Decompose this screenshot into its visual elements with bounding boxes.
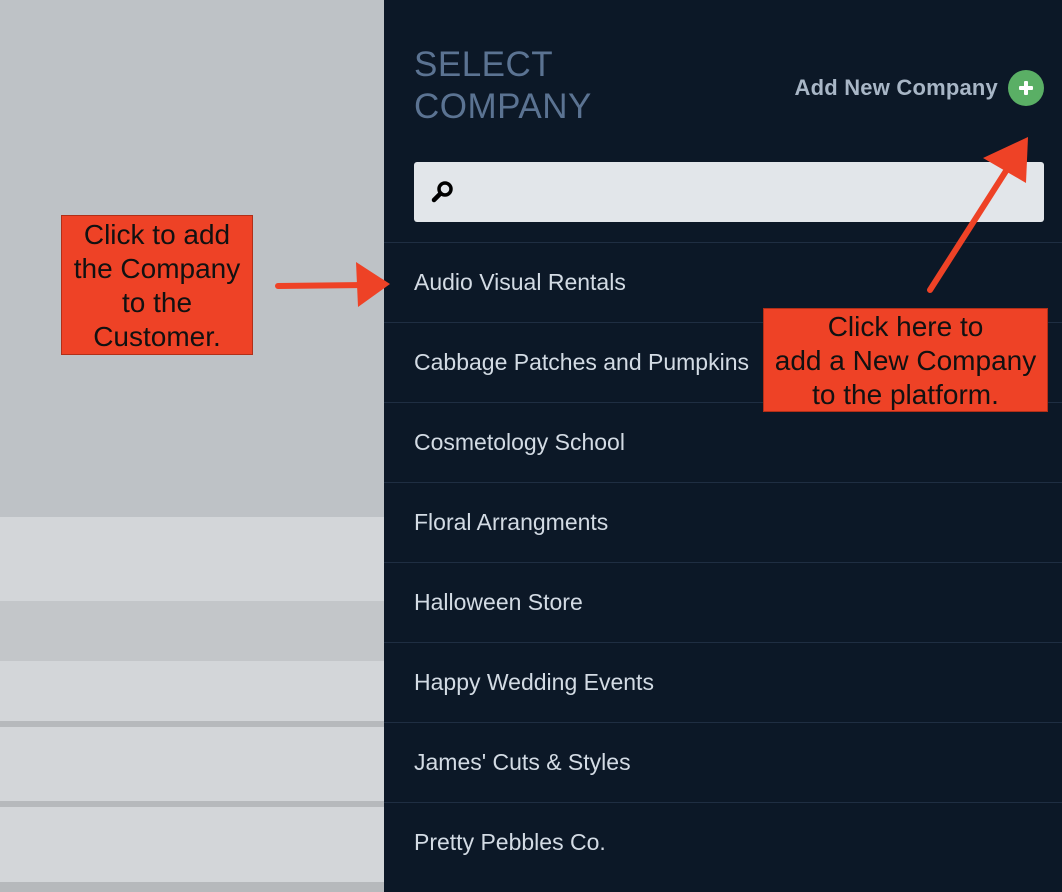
panel-title: SELECT COMPANY	[414, 44, 654, 128]
company-list-item[interactable]: Halloween Store	[384, 562, 1062, 642]
plus-circle-icon[interactable]	[1008, 70, 1044, 106]
add-new-company-label: Add New Company	[794, 75, 998, 100]
search-icon	[431, 181, 453, 203]
company-list-item[interactable]: Cosmetology School	[384, 402, 1062, 482]
company-list-item[interactable]: Floral Arrangments	[384, 482, 1062, 562]
company-list-item[interactable]: Happy Wedding Events	[384, 642, 1062, 722]
select-company-panel: SELECT COMPANY Add New Company Audio Vis…	[384, 0, 1062, 892]
search-input[interactable]	[456, 161, 1044, 223]
callout-text: to the	[121, 287, 193, 318]
callout-text: to the platform.	[812, 379, 999, 410]
background-row	[0, 807, 384, 882]
callout-text: Customer.	[93, 321, 221, 352]
panel-title-line: COMPANY	[414, 87, 592, 126]
search-box[interactable]	[414, 161, 1044, 223]
company-list-item[interactable]: James' Cuts & Styles	[384, 722, 1062, 802]
company-list-item[interactable]: Pretty Pebbles Co.	[384, 802, 1062, 882]
background-overlay	[0, 0, 384, 892]
annotation-callout-new-company: Click here to add a New Company to the p…	[763, 308, 1048, 412]
add-new-company-button[interactable]: Add New Company	[795, 70, 1044, 106]
background-divider	[0, 882, 384, 892]
panel-title-line: SELECT	[414, 45, 554, 84]
background-row	[0, 601, 384, 661]
annotation-callout-add-to-customer: Click to add the Company to the Customer…	[61, 215, 253, 355]
background-row	[0, 517, 384, 601]
callout-text: the Company	[73, 253, 241, 284]
background-row	[0, 727, 384, 801]
callout-text: add a New Company	[774, 345, 1037, 376]
callout-text: Click here to	[827, 311, 984, 342]
background-row	[0, 661, 384, 721]
callout-text: Click to add	[83, 219, 231, 250]
